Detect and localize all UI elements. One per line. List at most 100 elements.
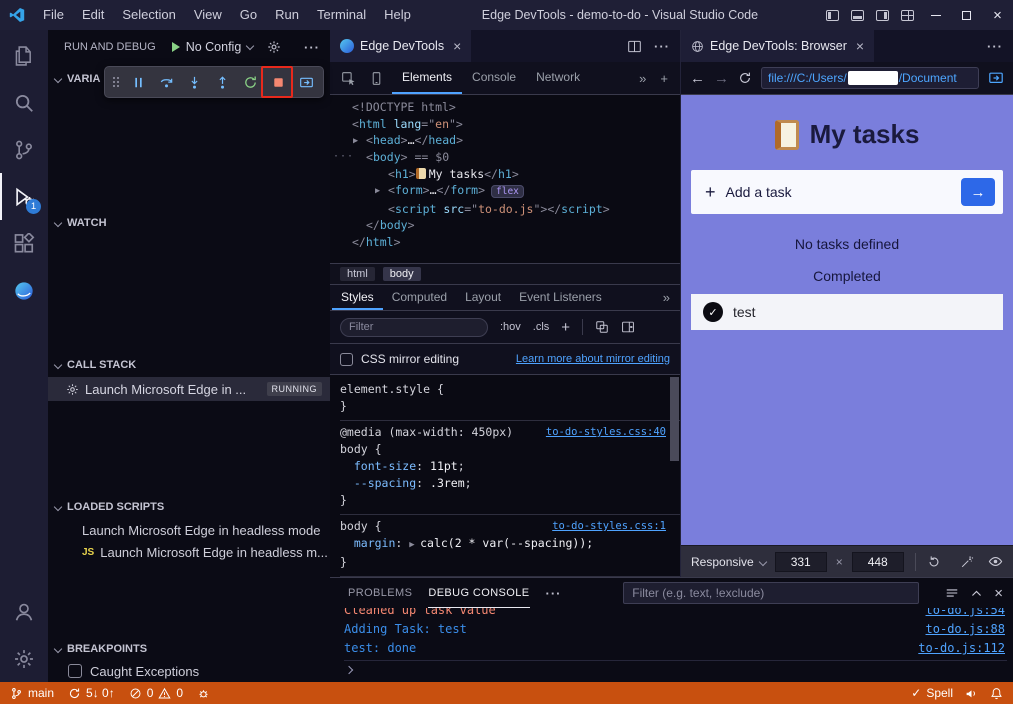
problems-indicator[interactable]: 0 0 [129,686,183,700]
completed-section-label[interactable]: Completed [681,268,1013,284]
sync-indicator[interactable]: 5↓ 0↑ [68,686,115,700]
viewport-width-input[interactable]: 331 [775,552,827,572]
menu-go[interactable]: Go [231,0,266,30]
menu-help[interactable]: Help [375,0,420,30]
refresh-icon[interactable] [738,71,752,85]
close-button[interactable]: × [982,0,1013,30]
configure-gear-icon[interactable] [267,40,281,54]
console-source-link[interactable]: to-do.js:112 [918,639,1007,658]
tab-debug-console[interactable]: DEBUG CONSOLE [428,578,529,608]
styles-filter-input[interactable] [340,318,488,337]
add-tool-icon[interactable]: + [660,71,668,86]
customize-layout-icon[interactable] [895,0,920,30]
search-icon[interactable] [0,79,48,126]
stylesheet-link[interactable]: to-do-styles.css:40 [546,424,666,441]
tab-problems[interactable]: PROBLEMS [348,578,412,608]
menu-view[interactable]: View [185,0,231,30]
menu-terminal[interactable]: Terminal [308,0,375,30]
drag-handle-icon[interactable] [109,74,123,90]
caught-exceptions-checkbox[interactable] [68,664,82,678]
forward-icon[interactable]: → [714,71,729,86]
tab-network[interactable]: Network [526,62,590,94]
dom-node[interactable]: ▶<form>…</form>flex [340,182,680,201]
close-icon[interactable]: × [856,38,864,54]
run-and-debug-icon[interactable]: 1 [0,173,48,220]
tab-elements[interactable]: Elements [392,62,462,94]
toggle-panel-icon[interactable] [845,0,870,30]
styles-scrollbar[interactable] [670,377,679,461]
breadcrumb-body[interactable]: body [383,267,421,281]
explorer-icon[interactable] [0,32,48,79]
tab-console[interactable]: Console [462,62,526,94]
console-filter-input[interactable] [623,582,919,604]
console-source-link[interactable]: to-do.js:54 [926,608,1007,620]
maximize-button[interactable] [951,0,982,30]
new-style-rule-icon[interactable]: + [561,320,570,335]
wand-icon[interactable] [960,555,974,569]
css-mirror-checkbox[interactable] [340,353,353,366]
dom-node[interactable]: </body> [340,217,680,234]
tab-event-listeners[interactable]: Event Listeners [510,285,611,310]
viewport-height-input[interactable]: 448 [852,552,904,572]
screencast-detach-button[interactable] [293,69,319,95]
responsive-dropdown[interactable]: Responsive [691,555,754,569]
computed-pane-toggle-icon[interactable] [621,320,635,334]
panel-more-icon[interactable]: ··· [546,586,562,601]
url-bar[interactable]: file:///C:/Users/ /Document [761,67,979,89]
branch-indicator[interactable]: main [10,686,54,700]
extensions-icon[interactable] [0,220,48,267]
pseudo-state-button[interactable]: :hov [500,321,521,333]
breadcrumb-html[interactable]: html [340,267,375,281]
tab-styles[interactable]: Styles [332,285,383,310]
dom-node[interactable]: ···<body> == $0 [340,149,680,166]
expand-arrow-icon[interactable]: ▶ [375,183,388,200]
console-options-icon[interactable] [945,586,959,600]
toggle-secondary-sidebar-icon[interactable] [870,0,895,30]
screencast-icon[interactable] [988,70,1004,86]
dom-node[interactable]: ▶<head>…</head> [340,132,680,149]
loaded-script-item[interactable]: JSLaunch Microsoft Edge in headless m... [48,541,330,563]
menu-file[interactable]: File [34,0,73,30]
sidebar-more-icon[interactable]: ··· [304,40,320,55]
step-over-button[interactable] [153,69,179,95]
maximize-panel-icon[interactable] [970,587,983,600]
eye-icon[interactable] [988,554,1003,569]
class-button[interactable]: .cls [533,321,550,333]
task-item[interactable]: ✓ test [691,294,1003,330]
dom-node[interactable]: </html> [340,234,680,251]
loaded-scripts-section-header[interactable]: LOADED SCRIPTS [48,496,330,518]
tab-layout[interactable]: Layout [456,285,510,310]
dom-node[interactable]: <!DOCTYPE html> [340,99,680,116]
tab-edge-devtools[interactable]: Edge DevTools × [330,30,471,62]
dom-node[interactable]: <script src="to-do.js"></script> [340,201,680,218]
add-task-submit-button[interactable]: → [961,178,995,206]
source-control-icon[interactable] [0,126,48,173]
tab-edge-devtools-browser[interactable]: Edge DevTools: Browser × [681,30,874,62]
accounts-icon[interactable] [0,588,48,635]
toggle-sidebar-icon[interactable] [820,0,845,30]
stylesheet-link[interactable]: to-do-styles.css:1 [552,518,666,535]
console-source-link[interactable]: to-do.js:88 [926,620,1007,639]
add-task-input[interactable]: + Add a task → [691,170,1003,214]
close-panel-icon[interactable]: × [994,585,1003,602]
more-tabs-icon[interactable]: » [663,285,680,310]
spell-checker-status[interactable]: ✓ Spell [911,686,953,700]
watch-section-header[interactable]: WATCH [48,212,330,234]
task-checkbox[interactable]: ✓ [703,302,723,322]
minimize-button[interactable] [920,0,951,30]
pause-button[interactable] [125,69,151,95]
mirror-learn-more-link[interactable]: Learn more about mirror editing [516,353,670,365]
css-rule[interactable]: element.style {} [340,378,680,421]
more-tabs-icon[interactable]: » [639,71,646,86]
debug-session-row[interactable]: Launch Microsoft Edge in ... RUNNING [48,377,330,401]
device-emulation-icon[interactable] [362,62,390,94]
rotate-icon[interactable] [927,555,941,569]
editor-more-icon[interactable]: ··· [654,39,670,54]
inspect-element-icon[interactable] [334,62,362,94]
debug-config-dropdown[interactable]: No Config [186,40,242,54]
loaded-script-item[interactable]: Launch Microsoft Edge in headless mode [48,519,330,541]
start-debug-icon[interactable] [172,42,180,52]
breakpoint-row[interactable]: Caught Exceptions [48,660,330,682]
tab-computed[interactable]: Computed [383,285,456,310]
node-menu-icon[interactable]: ··· [333,149,354,166]
